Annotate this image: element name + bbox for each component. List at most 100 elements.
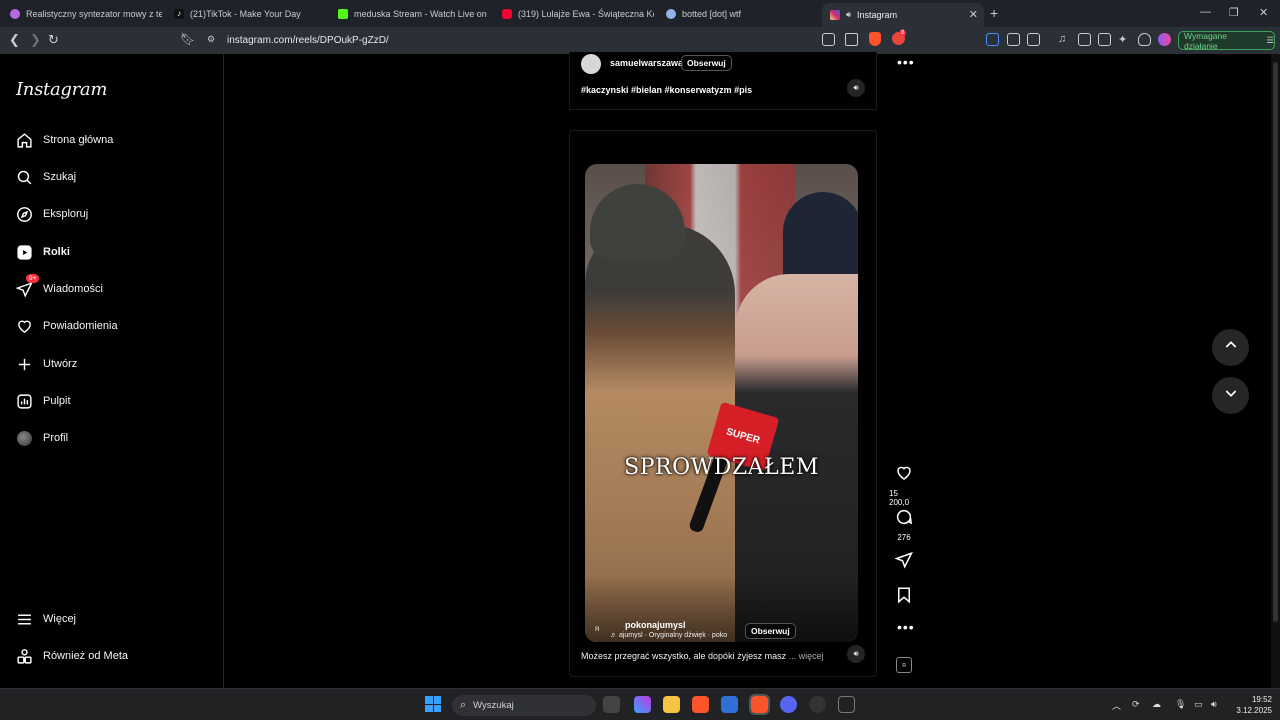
- reel-video[interactable]: SUPER SPROWDZAŁEM ᴙ pokonajumysl Obserwu…: [585, 164, 858, 642]
- screenshot-icon[interactable]: [1027, 33, 1040, 46]
- wallet-icon[interactable]: [1098, 33, 1111, 46]
- system-clock[interactable]: 19:52 3.12.2025: [1228, 694, 1272, 716]
- bookmark-icon[interactable]: [895, 586, 913, 609]
- sidebar-item-profile[interactable]: Profil: [16, 426, 68, 450]
- restore-icon[interactable]: ❐: [1229, 6, 1239, 19]
- like-count: 15 200,0: [889, 489, 910, 507]
- app-icon[interactable]: [809, 696, 826, 713]
- more-link[interactable]: ... więcej: [789, 651, 824, 661]
- browser-tab-active[interactable]: 🔊︎ Instagram ✕: [822, 3, 984, 27]
- instagram-logo[interactable]: Instagram: [16, 79, 107, 100]
- sidebar-item-label: Szukaj: [43, 171, 77, 183]
- required-action-button[interactable]: Wymagane działanie ☰: [1178, 31, 1275, 51]
- sidebar-item-messages[interactable]: 9+ Wiadomości: [16, 273, 103, 301]
- forward-icon[interactable]: ❯: [30, 32, 41, 48]
- save-action[interactable]: [889, 586, 919, 609]
- reel-username[interactable]: pokonajumysl: [625, 620, 686, 630]
- reload-icon[interactable]: ↻: [48, 32, 59, 48]
- new-tab-button[interactable]: +: [990, 5, 998, 21]
- url-text[interactable]: instagram.com/reels/DPOukP-gZzD/: [227, 35, 389, 46]
- cast-icon[interactable]: [822, 33, 835, 46]
- extension-icon[interactable]: [986, 33, 999, 46]
- browser-tab[interactable]: meduska Stream - Watch Live on Kic: [330, 3, 490, 25]
- share-icon[interactable]: [845, 33, 858, 46]
- browser-tab[interactable]: ♪ (21)TikTok - Make Your Day: [166, 3, 326, 25]
- music-icon[interactable]: ♫: [1058, 33, 1071, 46]
- sidebar-item-more[interactable]: Więcej: [16, 607, 76, 631]
- hashtags[interactable]: #kaczynski #bielan #konserwatyzm #pis: [581, 85, 752, 95]
- back-icon[interactable]: ❮: [9, 32, 20, 48]
- site-info-icon[interactable]: ⚙: [207, 34, 215, 45]
- microphone-icon[interactable]: 🎙︎: [1175, 699, 1186, 710]
- sidebar-item-label: Również od Meta: [43, 650, 128, 662]
- windows-start-icon[interactable]: [425, 696, 441, 712]
- follow-button[interactable]: Obserwuj: [681, 55, 732, 71]
- sidebar-item-meta[interactable]: Również od Meta: [16, 644, 128, 668]
- minimize-icon[interactable]: —: [1200, 6, 1211, 18]
- profile-icon[interactable]: [1158, 33, 1171, 46]
- more-options-icon[interactable]: •••: [897, 619, 915, 635]
- bookmark-icon[interactable]: 🔖︎: [180, 32, 195, 46]
- reel-description[interactable]: Możesz przegrać wszystko, ale dopóki żyj…: [581, 651, 824, 661]
- windows-taskbar: ⌕ Wyszukaj ︿ ⟳ ☁ 🎙︎ ▭ 🔊︎ 19:52 3.12.2025: [0, 688, 1280, 720]
- sidebar-item-label: Rolki: [43, 246, 70, 258]
- more-options-icon[interactable]: •••: [897, 54, 915, 70]
- username[interactable]: samuelwarszawa: [610, 58, 683, 68]
- sidebar-item-dashboard[interactable]: Pulpit: [16, 389, 71, 413]
- browser-tab[interactable]: Realistyczny syntezator mowy z tekst: [2, 3, 162, 25]
- sidebar-item-reels[interactable]: Rolki: [16, 240, 70, 264]
- heart-icon[interactable]: [895, 464, 913, 487]
- avatar[interactable]: [581, 54, 601, 74]
- send-icon[interactable]: [894, 551, 913, 574]
- browser-tab[interactable]: botted [dot] wtf: [658, 3, 818, 25]
- reel-card: SUPER SPROWDZAŁEM ᴙ pokonajumysl Obserwu…: [569, 130, 877, 677]
- previous-reel-button[interactable]: [1212, 329, 1249, 366]
- scrollbar-thumb[interactable]: [1273, 62, 1278, 622]
- file-explorer-icon[interactable]: [663, 696, 680, 713]
- sync-icon[interactable]: ⟳: [1132, 699, 1140, 710]
- instagram-sidebar: Instagram Strona główna Szukaj Eksploruj…: [0, 54, 224, 688]
- address-bar[interactable]: ⚙ instagram.com/reels/DPOukP-gZzD/: [200, 30, 910, 51]
- audio-attribution[interactable]: ♬ ajumysl · Oryginalny dźwięk · poko: [610, 632, 727, 639]
- share-action[interactable]: [889, 551, 919, 574]
- volume-icon[interactable]: 🔊︎: [847, 645, 865, 663]
- volume-icon[interactable]: 🔊︎: [1211, 699, 1217, 710]
- comment-icon[interactable]: [895, 508, 913, 531]
- sidebar-item-notifications[interactable]: Powiadomienia: [16, 314, 118, 338]
- sidebar-item-explore[interactable]: Eksploruj: [16, 202, 88, 226]
- sidebar-item-create[interactable]: Utwórz: [16, 352, 77, 376]
- brave-active-icon[interactable]: [749, 694, 770, 715]
- audio-thumbnail-icon[interactable]: ᴙ: [896, 657, 912, 673]
- taskbar-search[interactable]: ⌕ Wyszukaj: [452, 695, 596, 716]
- like-action[interactable]: 15 200,0: [889, 464, 919, 507]
- sidebar-item-home[interactable]: Strona główna: [16, 128, 113, 152]
- brave-browser-icon[interactable]: [692, 696, 709, 713]
- search-placeholder: Wyszukaj: [473, 700, 514, 711]
- sidebar-item-label: Utwórz: [43, 358, 78, 370]
- volume-icon[interactable]: 🔊︎: [847, 79, 865, 97]
- task-view-icon[interactable]: [603, 696, 620, 713]
- leo-icon[interactable]: ✦: [1118, 33, 1131, 46]
- follow-button[interactable]: Obserwuj: [745, 623, 796, 639]
- puzzle-icon[interactable]: [1007, 33, 1020, 46]
- comment-action[interactable]: 276: [889, 508, 919, 542]
- store-icon[interactable]: [721, 696, 738, 713]
- next-reel-button[interactable]: [1212, 377, 1249, 414]
- network-icon[interactable]: ▭: [1194, 699, 1203, 710]
- tray-chevron-icon[interactable]: ︿: [1112, 699, 1121, 712]
- close-window-icon[interactable]: ✕: [1259, 6, 1268, 19]
- close-tab-icon[interactable]: ✕: [969, 8, 978, 21]
- browser-tab[interactable]: (319) Lulajże Ewa - Świąteczna Kołys: [494, 3, 654, 25]
- heart-icon: [16, 318, 33, 335]
- vpn-icon[interactable]: [1138, 33, 1151, 46]
- app-icon[interactable]: [838, 696, 855, 713]
- brave-shield-icon[interactable]: [869, 32, 881, 46]
- cloud-icon[interactable]: ☁: [1152, 699, 1161, 710]
- page-scrollbar[interactable]: [1271, 54, 1280, 688]
- dashboard-icon: [16, 393, 33, 410]
- sidebar-item-search[interactable]: Szukaj: [16, 165, 76, 189]
- discord-icon[interactable]: [780, 696, 797, 713]
- sidebar-icon[interactable]: [1078, 33, 1091, 46]
- copilot-icon[interactable]: [634, 696, 651, 713]
- channel-logo-icon[interactable]: ᴙ: [590, 621, 604, 635]
